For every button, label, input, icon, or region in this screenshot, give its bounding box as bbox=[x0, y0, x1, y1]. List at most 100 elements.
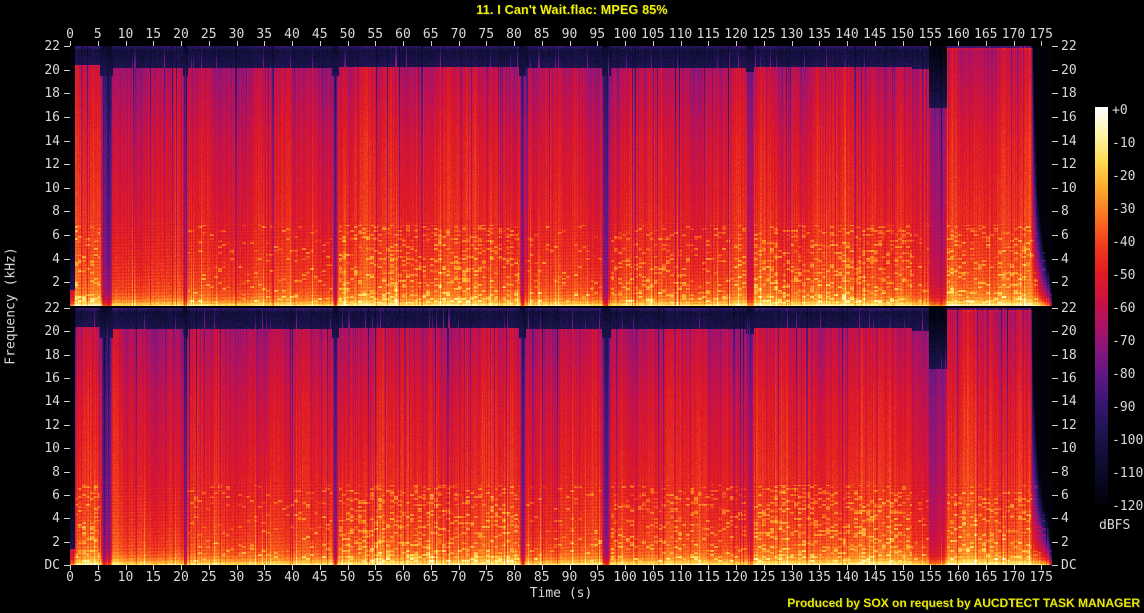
time-tick-label: 5 bbox=[93, 27, 102, 42]
freq-tick-label: 20 bbox=[44, 63, 60, 78]
freq-tick-mark bbox=[1052, 308, 1058, 309]
page-title: 11. I Can't Wait.flac: MPEG 85% bbox=[476, 3, 668, 17]
freq-tick-label: 6 bbox=[52, 488, 60, 503]
freq-tick-label: 18 bbox=[1061, 86, 1077, 101]
time-tick-label: 65 bbox=[422, 27, 439, 42]
time-tick-label: 120 bbox=[724, 27, 748, 42]
time-tick-label: 150 bbox=[890, 570, 915, 585]
time-tick-label: 70 bbox=[450, 27, 467, 42]
freq-tick-mark bbox=[1052, 355, 1058, 356]
freq-tick-label: 14 bbox=[1061, 134, 1077, 149]
time-tick-label: 5 bbox=[93, 570, 102, 585]
freq-tick-label: 8 bbox=[52, 204, 60, 219]
freq-tick-label: 12 bbox=[1061, 418, 1077, 433]
time-tick-label: 130 bbox=[779, 27, 804, 42]
time-tick-label: 35 bbox=[256, 570, 273, 585]
time-tick-label: 160 bbox=[946, 27, 970, 42]
frequency-axis-label: Frequency (kHz) bbox=[3, 247, 19, 365]
legend-tick-label: -20 bbox=[1112, 169, 1136, 184]
freq-tick-label: 2 bbox=[1061, 275, 1069, 290]
freq-tick-label: 10 bbox=[1061, 441, 1077, 456]
time-tick-label: 30 bbox=[228, 27, 245, 42]
freq-tick-label: 4 bbox=[1061, 252, 1069, 267]
spectrogram-canvas-bottom-channel bbox=[70, 308, 1052, 565]
freq-tick-mark bbox=[1052, 235, 1058, 236]
freq-tick-mark bbox=[64, 93, 70, 94]
freq-tick-mark bbox=[1052, 401, 1058, 402]
time-tick-label: 165 bbox=[974, 27, 998, 42]
freq-tick-mark bbox=[1052, 117, 1058, 118]
time-tick-label: 0 bbox=[66, 570, 74, 585]
freq-tick-mark bbox=[1052, 164, 1058, 165]
freq-tick-mark bbox=[1052, 565, 1058, 566]
time-tick-label: 20 bbox=[173, 570, 189, 585]
time-tick-label: 115 bbox=[696, 27, 720, 42]
time-tick-label: 55 bbox=[367, 570, 384, 585]
legend-tick-label: -120 bbox=[1112, 499, 1144, 514]
legend-tick-label: -110 bbox=[1112, 466, 1144, 481]
time-tick-label: 150 bbox=[890, 27, 915, 42]
time-tick-label: 100 bbox=[613, 27, 637, 42]
freq-tick-label: 16 bbox=[1061, 371, 1077, 386]
freq-tick-label: 22 bbox=[44, 39, 60, 54]
time-tick-label: 30 bbox=[228, 570, 245, 585]
time-tick-label: 100 bbox=[613, 570, 637, 585]
freq-tick-mark bbox=[64, 331, 70, 332]
legend-tick-label: -50 bbox=[1112, 268, 1136, 283]
time-tick-label: 25 bbox=[200, 570, 217, 585]
time-tick-label: 90 bbox=[561, 27, 578, 42]
freq-tick-label: 20 bbox=[1061, 63, 1077, 78]
freq-tick-label: 6 bbox=[1061, 488, 1069, 503]
freq-tick-mark bbox=[1052, 331, 1058, 332]
freq-tick-label: 4 bbox=[52, 252, 60, 267]
freq-tick-label: 16 bbox=[44, 371, 60, 386]
time-tick-label: 115 bbox=[696, 570, 720, 585]
freq-tick-label: 10 bbox=[1061, 181, 1077, 196]
time-tick-label: 135 bbox=[807, 570, 831, 585]
freq-tick-label: 16 bbox=[44, 110, 60, 125]
freq-tick-mark bbox=[64, 259, 70, 260]
time-tick-label: 35 bbox=[256, 27, 273, 42]
freq-tick-label: DC bbox=[44, 558, 60, 573]
freq-tick-label: 8 bbox=[52, 465, 60, 480]
time-tick-label: 0 bbox=[66, 27, 74, 42]
freq-tick-mark bbox=[64, 70, 70, 71]
time-tick-label: 175 bbox=[1029, 570, 1053, 585]
time-tick-label: 75 bbox=[478, 27, 495, 42]
dbfs-color-scale-bar bbox=[1095, 107, 1108, 504]
freq-tick-label: 22 bbox=[44, 301, 60, 316]
freq-tick-mark bbox=[1052, 46, 1058, 47]
legend-tick-label: -90 bbox=[1112, 400, 1136, 415]
freq-tick-label: 14 bbox=[44, 394, 60, 409]
time-tick-label: 50 bbox=[339, 570, 356, 585]
time-tick-label: 155 bbox=[918, 570, 942, 585]
time-tick-label: 75 bbox=[478, 570, 495, 585]
freq-tick-label: 4 bbox=[52, 511, 60, 526]
freq-tick-mark bbox=[1052, 472, 1058, 473]
legend-tick-label: -10 bbox=[1112, 136, 1136, 151]
time-tick-label: 15 bbox=[145, 27, 162, 42]
freq-tick-label: 8 bbox=[1061, 204, 1069, 219]
freq-tick-mark bbox=[64, 378, 70, 379]
legend-tick-label: -100 bbox=[1112, 433, 1144, 448]
freq-tick-mark bbox=[1052, 211, 1058, 212]
freq-tick-mark bbox=[64, 164, 70, 165]
time-tick-label: 45 bbox=[311, 570, 328, 585]
freq-tick-mark bbox=[1052, 542, 1058, 543]
time-tick-label: 135 bbox=[807, 27, 831, 42]
freq-tick-label: 6 bbox=[52, 228, 60, 243]
freq-tick-label: 10 bbox=[44, 441, 60, 456]
freq-tick-label: 2 bbox=[52, 535, 60, 550]
freq-tick-label: DC bbox=[1061, 558, 1077, 573]
freq-tick-mark bbox=[64, 117, 70, 118]
time-tick-label: 155 bbox=[918, 27, 942, 42]
time-tick-label: 105 bbox=[641, 570, 665, 585]
legend-tick-label: -30 bbox=[1112, 202, 1136, 217]
freq-tick-mark bbox=[1052, 282, 1058, 283]
freq-tick-mark bbox=[1052, 259, 1058, 260]
time-tick-label: 120 bbox=[724, 570, 748, 585]
legend-unit-label: dBFS bbox=[1099, 518, 1131, 533]
freq-tick-mark bbox=[1052, 448, 1058, 449]
legend-tick-label: +0 bbox=[1112, 103, 1128, 118]
freq-tick-mark bbox=[64, 495, 70, 496]
